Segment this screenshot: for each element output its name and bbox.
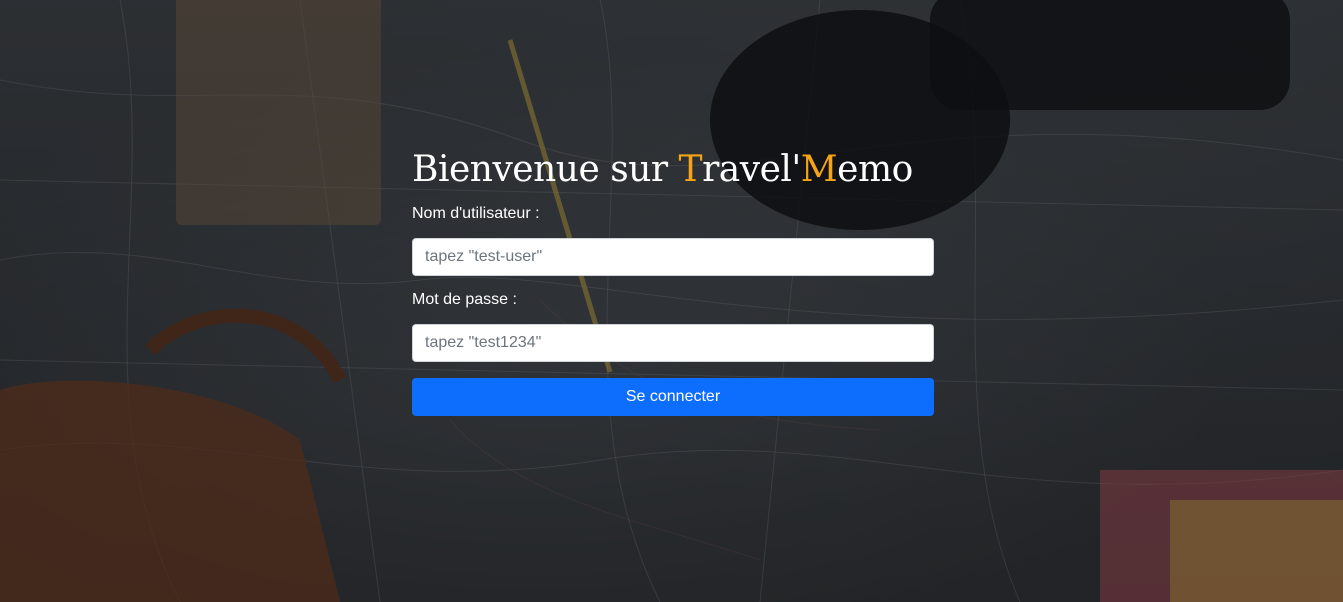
password-input[interactable] [412,324,934,362]
title-text-emo: emo [837,149,913,190]
password-label: Mot de passe : [412,291,517,308]
username-label: Nom d'utilisateur : [412,205,540,222]
title-accent-t: T [678,149,703,190]
title-accent-m: M [800,149,838,190]
username-input[interactable] [412,238,934,276]
title-text: Bienvenue sur [412,149,679,190]
title-text-ravel: ravel' [702,149,801,190]
login-button[interactable]: Se connecter [412,378,934,416]
login-form: Nom d'utilisateur : Mot de passe : Se co… [412,204,934,416]
login-panel: Bienvenue sur Travel'Memo Nom d'utilisat… [412,148,934,416]
page-title: Bienvenue sur Travel'Memo [412,148,934,192]
